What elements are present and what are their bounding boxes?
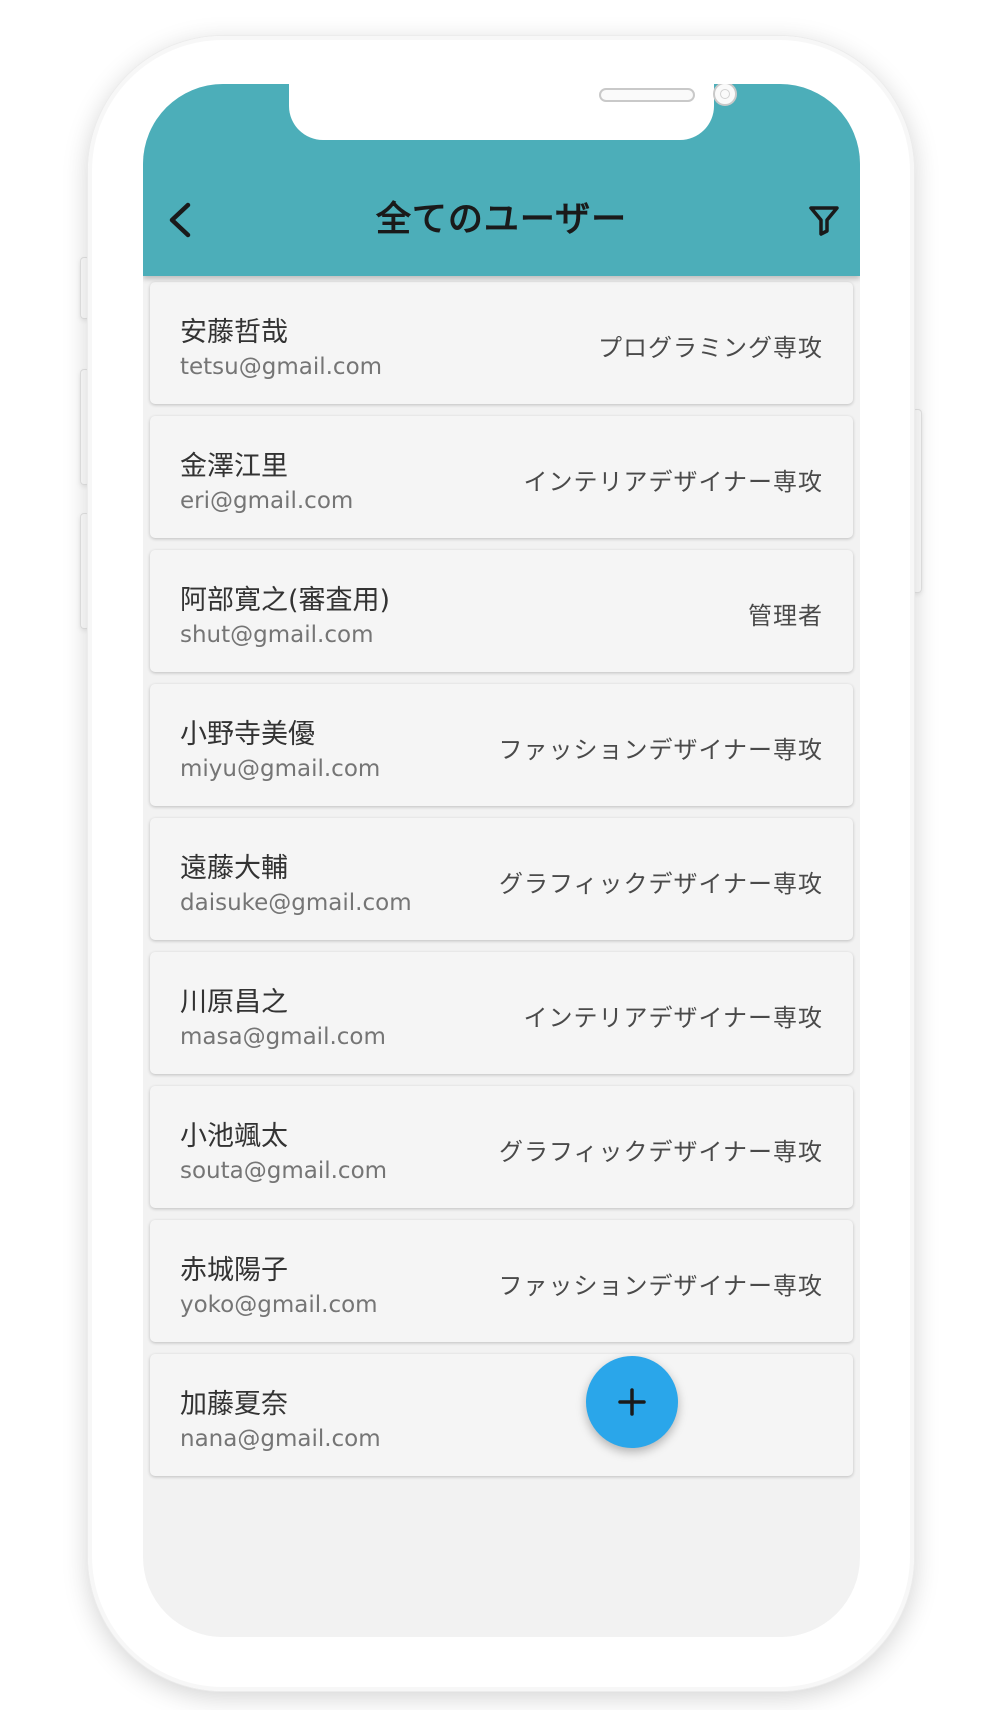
user-email: yoko@gmail.com <box>180 1292 378 1318</box>
plus-icon <box>618 1388 646 1416</box>
app-bar: 全てのユーザー <box>143 84 860 276</box>
user-role: グラフィックデザイナー専攻 <box>498 1138 823 1166</box>
front-camera <box>713 84 737 106</box>
user-name: 赤城陽子 <box>180 1255 288 1286</box>
user-list-item[interactable]: 小野寺美優 miyu@gmail.com ファッションデザイナー専攻 <box>150 684 853 806</box>
add-user-button[interactable] <box>586 1356 678 1448</box>
user-role: インテリアデザイナー専攻 <box>523 468 823 496</box>
user-list-item[interactable]: 加藤夏奈 nana@gmail.com <box>150 1354 853 1476</box>
user-email: daisuke@gmail.com <box>180 890 412 916</box>
user-list-item[interactable]: 金澤江里 eri@gmail.com インテリアデザイナー専攻 <box>150 416 853 538</box>
user-name: 加藤夏奈 <box>180 1389 288 1420</box>
speaker-grille <box>599 88 695 102</box>
user-list-item[interactable]: 安藤哲哉 tetsu@gmail.com プログラミング専攻 <box>150 282 853 404</box>
filter-icon <box>809 206 839 236</box>
user-list-item[interactable]: 小池颯太 souta@gmail.com グラフィックデザイナー専攻 <box>150 1086 853 1208</box>
user-email: nana@gmail.com <box>180 1426 381 1452</box>
user-role: グラフィックデザイナー専攻 <box>498 870 823 898</box>
user-role: 管理者 <box>748 602 823 630</box>
user-name: 阿部寛之(審査用) <box>180 585 391 616</box>
power-button <box>913 410 921 592</box>
user-role: ファッションデザイナー専攻 <box>498 736 823 764</box>
user-name: 金澤江里 <box>180 451 288 482</box>
user-list-item[interactable]: 赤城陽子 yoko@gmail.com ファッションデザイナー専攻 <box>150 1220 853 1342</box>
user-email: eri@gmail.com <box>180 488 354 514</box>
user-role: インテリアデザイナー専攻 <box>523 1004 823 1032</box>
user-email: shut@gmail.com <box>180 622 374 648</box>
user-email: souta@gmail.com <box>180 1158 388 1184</box>
user-role: プログラミング専攻 <box>598 334 823 362</box>
phone-notch <box>289 84 737 140</box>
user-email: miyu@gmail.com <box>180 756 381 782</box>
page-title: 全てのユーザー <box>375 200 628 240</box>
chevron-left-icon <box>169 202 191 238</box>
user-name: 小池颯太 <box>180 1121 288 1152</box>
phone-screen: 全てのユーザー 安藤哲哉 tetsu@gmail.com プログラミング専攻 金… <box>143 84 860 1637</box>
screen-bottom-area <box>143 1577 860 1637</box>
filter-button[interactable] <box>800 196 848 244</box>
user-list-item[interactable]: 遠藤大輔 daisuke@gmail.com グラフィックデザイナー専攻 <box>150 818 853 940</box>
user-role: ファッションデザイナー専攻 <box>498 1272 823 1300</box>
user-name: 小野寺美優 <box>180 719 315 750</box>
user-name: 遠藤大輔 <box>180 853 288 884</box>
user-name: 川原昌之 <box>180 987 288 1018</box>
user-list-item[interactable]: 川原昌之 masa@gmail.com インテリアデザイナー専攻 <box>150 952 853 1074</box>
back-button[interactable] <box>157 196 205 244</box>
user-email: tetsu@gmail.com <box>180 354 383 380</box>
user-email: masa@gmail.com <box>180 1024 386 1050</box>
user-name: 安藤哲哉 <box>180 317 288 348</box>
screenshot-stage: 全てのユーザー 安藤哲哉 tetsu@gmail.com プログラミング専攻 金… <box>0 0 1001 1710</box>
user-list-item[interactable]: 阿部寛之(審査用) shut@gmail.com 管理者 <box>150 550 853 672</box>
